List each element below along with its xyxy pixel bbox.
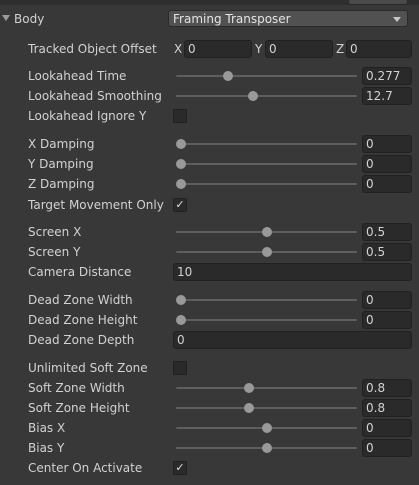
offset-z-label[interactable]: Z [336,42,344,56]
camera-distance-label: Camera Distance [28,265,132,279]
offset-z-field[interactable]: 0 [346,40,412,58]
dead-zone-width-row: Dead Zone Width 0 [0,291,419,309]
dead-zone-width-slider[interactable] [176,299,357,301]
x-damping-field[interactable]: 0 [362,135,412,153]
bias-y-label: Bias Y [28,441,65,455]
lookahead-time-label: Lookahead Time [28,69,127,83]
dropdown-arrow-icon [393,17,401,22]
foldout-arrow-icon[interactable] [2,15,10,21]
bias-x-row: Bias X 0 [0,419,419,437]
target-movement-only-label: Target Movement Only [28,198,164,212]
lookahead-smoothing-slider[interactable] [176,95,357,97]
offset-y-field[interactable]: 0 [265,40,333,58]
dead-zone-width-field[interactable]: 0 [362,291,412,309]
lookahead-ignore-y-checkbox[interactable] [173,109,187,123]
soft-zone-width-slider[interactable] [176,387,357,389]
screen-x-label: Screen X [28,225,82,239]
dead-zone-depth-row: Dead Zone Depth 0 [0,331,419,349]
y-damping-field[interactable]: 0 [362,155,412,173]
soft-zone-height-label: Soft Zone Height [28,401,130,415]
offset-x-label[interactable]: X [174,42,182,56]
unlimited-soft-zone-checkbox[interactable] [173,361,187,375]
dead-zone-height-field[interactable]: 0 [362,311,412,329]
screen-x-row: Screen X 0.5 [0,223,419,241]
lookahead-ignore-y-row: Lookahead Ignore Y [0,107,419,125]
offset-y-label[interactable]: Y [255,42,262,56]
y-damping-label: Y Damping [28,157,94,171]
z-damping-slider-thumb[interactable] [176,179,186,189]
soft-zone-width-row: Soft Zone Width 0.8 [0,379,419,397]
lookahead-smoothing-row: Lookahead Smoothing 12.7 [0,87,419,105]
bias-y-field[interactable]: 0 [362,439,412,457]
center-on-activate-checkbox[interactable]: ✓ [173,461,187,475]
z-damping-slider[interactable] [176,183,357,185]
top-bar [0,0,419,5]
lookahead-smoothing-label: Lookahead Smoothing [28,89,162,103]
dropdown-value: Framing Transposer [173,12,291,26]
x-damping-row: X Damping 0 [0,135,419,153]
body-mode-dropdown[interactable]: Framing Transposer [168,10,408,27]
dead-zone-depth-field[interactable]: 0 [173,331,412,349]
z-damping-row: Z Damping 0 [0,175,419,193]
body-section-header: Body Framing Transposer [0,10,419,30]
bias-y-slider-thumb[interactable] [261,443,272,453]
body-section-label: Body [14,12,45,26]
soft-zone-height-slider-thumb[interactable] [244,403,255,413]
lookahead-time-field[interactable]: 0.277 [362,67,412,85]
dead-zone-depth-label: Dead Zone Depth [28,333,135,347]
dead-zone-height-row: Dead Zone Height 0 [0,311,419,329]
target-movement-only-checkbox[interactable]: ✓ [173,198,187,212]
soft-zone-height-row: Soft Zone Height 0.8 [0,399,419,417]
screen-x-slider-thumb[interactable] [261,227,272,237]
screen-x-field[interactable]: 0.5 [362,223,412,241]
camera-distance-field[interactable]: 10 [173,263,412,281]
soft-zone-width-label: Soft Zone Width [28,381,125,395]
top-bar-button[interactable] [348,0,408,5]
lookahead-time-slider[interactable] [176,75,357,77]
screen-y-slider-thumb[interactable] [261,247,272,257]
center-on-activate-label: Center On Activate [28,461,143,475]
unlimited-soft-zone-row: Unlimited Soft Zone [0,359,419,377]
x-damping-slider[interactable] [176,143,357,145]
tracked-object-offset-label: Tracked Object Offset [28,42,157,56]
lookahead-time-slider-thumb[interactable] [223,71,234,81]
target-movement-only-row: Target Movement Only ✓ [0,196,419,214]
y-damping-slider-thumb[interactable] [176,159,186,169]
dead-zone-height-label: Dead Zone Height [28,313,138,327]
bias-y-row: Bias Y 0 [0,439,419,457]
lookahead-ignore-y-label: Lookahead Ignore Y [28,109,147,123]
lookahead-time-row: Lookahead Time 0.277 [0,67,419,85]
lookahead-smoothing-field[interactable]: 12.7 [362,87,412,105]
dead-zone-height-slider-thumb[interactable] [176,315,186,325]
screen-y-field[interactable]: 0.5 [362,243,412,261]
bias-x-label: Bias X [28,421,66,435]
screen-y-label: Screen Y [28,245,81,259]
dead-zone-width-slider-thumb[interactable] [176,295,186,305]
unlimited-soft-zone-label: Unlimited Soft Zone [28,361,148,375]
y-damping-slider[interactable] [176,163,357,165]
offset-x-field[interactable]: 0 [184,40,252,58]
soft-zone-height-field[interactable]: 0.8 [362,399,412,417]
dead-zone-width-label: Dead Zone Width [28,293,133,307]
dead-zone-height-slider[interactable] [176,319,357,321]
screen-y-row: Screen Y 0.5 [0,243,419,261]
x-damping-label: X Damping [28,137,95,151]
camera-distance-row: Camera Distance 10 [0,263,419,281]
soft-zone-width-slider-thumb[interactable] [244,383,255,393]
z-damping-field[interactable]: 0 [362,175,412,193]
bias-x-slider-thumb[interactable] [261,423,272,433]
z-damping-label: Z Damping [28,177,95,191]
bias-x-field[interactable]: 0 [362,419,412,437]
y-damping-row: Y Damping 0 [0,155,419,173]
tracked-object-offset-row: Tracked Object Offset X 0 Y 0 Z 0 [0,40,419,58]
soft-zone-width-field[interactable]: 0.8 [362,379,412,397]
center-on-activate-row: Center On Activate ✓ [0,459,419,477]
lookahead-smoothing-slider-thumb[interactable] [248,91,259,101]
x-damping-slider-thumb[interactable] [176,139,186,149]
soft-zone-height-slider[interactable] [176,407,357,409]
